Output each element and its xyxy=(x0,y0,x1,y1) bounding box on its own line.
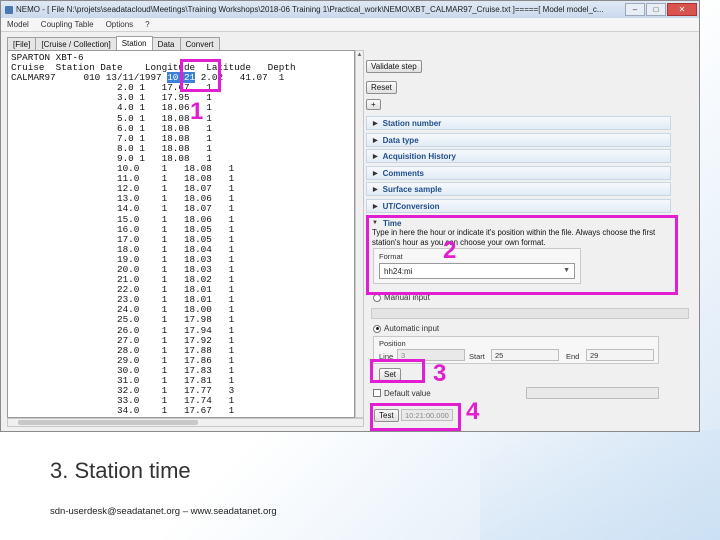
section-label: Data type xyxy=(382,135,419,145)
maximize-button[interactable]: □ xyxy=(646,3,666,16)
window-controls: – □ ✕ xyxy=(625,3,697,16)
section-label: Acquisition History xyxy=(382,151,456,161)
section-data-type[interactable]: ▶ Data type xyxy=(366,133,671,147)
file-line: 14.0 1 18.07 1 xyxy=(11,203,235,215)
section-label: Surface sample xyxy=(382,184,442,194)
menu-help[interactable]: ? xyxy=(145,20,149,29)
file-content-viewer[interactable]: SPARTON XBT-6 Cruise Station Date Longit… xyxy=(7,50,355,418)
validate-step-button[interactable]: Validate step xyxy=(366,60,422,73)
annotation-number-2: 2 xyxy=(443,237,457,264)
section-comments[interactable]: ▶ Comments xyxy=(366,166,671,180)
default-value-label: Default value xyxy=(384,389,431,398)
file-line: 34.0 1 17.67 1 xyxy=(11,405,235,417)
plus-button[interactable]: + xyxy=(366,99,381,110)
section-ut-conversion[interactable]: ▶ UT/Conversion xyxy=(366,199,671,213)
highlight-box-set xyxy=(370,359,425,383)
close-button[interactable]: ✕ xyxy=(667,3,697,16)
menu-bar: Model Coupling Table Options ? xyxy=(1,18,699,32)
tab-station[interactable]: Station xyxy=(115,36,153,51)
triangle-right-icon: ▶ xyxy=(373,153,378,160)
section-surface-sample[interactable]: ▶ Surface sample xyxy=(366,182,671,196)
highlight-box-time-selection xyxy=(180,59,221,92)
reset-button[interactable]: Reset xyxy=(366,81,397,94)
menu-options[interactable]: Options xyxy=(106,20,134,29)
start-label: Start xyxy=(469,352,485,361)
slide-footer: sdn-userdesk@seadatanet.org – www.seadat… xyxy=(50,506,277,517)
menu-model[interactable]: Model xyxy=(7,20,29,29)
section-label: UT/Conversion xyxy=(382,201,440,211)
annotation-number-1: 1 xyxy=(190,98,204,125)
slide-title: 3. Station time xyxy=(50,458,191,483)
section-acquisition-history[interactable]: ▶ Acquisition History xyxy=(366,149,671,163)
horizontal-scroll-thumb[interactable] xyxy=(18,420,198,425)
triangle-right-icon: ▶ xyxy=(373,137,378,144)
scroll-up-icon[interactable]: ▲ xyxy=(356,51,363,60)
triangle-right-icon: ▶ xyxy=(373,203,378,210)
position-label: Position xyxy=(379,339,406,348)
end-label: End xyxy=(566,352,580,361)
automatic-input-option[interactable]: Automatic input xyxy=(373,324,439,333)
annotation-number-3: 3 xyxy=(433,360,447,387)
start-input[interactable]: 25 xyxy=(491,349,559,361)
automatic-input-label: Automatic input xyxy=(384,324,440,333)
app-icon xyxy=(5,5,13,14)
vertical-scrollbar[interactable]: ▲ xyxy=(355,50,364,418)
highlight-box-format xyxy=(366,215,678,295)
highlight-box-test xyxy=(370,403,461,431)
horizontal-scrollbar[interactable] xyxy=(7,418,364,427)
section-label: Comments xyxy=(382,168,424,178)
window-title: NEMO - [ File N:\projets\seadatacloud\Me… xyxy=(16,5,604,14)
title-bar: NEMO - [ File N:\projets\seadatacloud\Me… xyxy=(1,1,699,18)
section-station-number[interactable]: ▶ Station number xyxy=(366,116,671,130)
automatic-input-radio[interactable] xyxy=(373,324,381,333)
triangle-right-icon: ▶ xyxy=(373,170,378,177)
minimize-button[interactable]: – xyxy=(625,3,645,16)
section-label: Station number xyxy=(382,118,442,128)
default-value-input[interactable] xyxy=(526,387,659,399)
menu-coupling-table[interactable]: Coupling Table xyxy=(41,20,94,29)
triangle-right-icon: ▶ xyxy=(373,120,378,127)
manual-input-field[interactable] xyxy=(371,308,689,319)
default-value-checkbox[interactable] xyxy=(373,389,381,397)
annotation-number-4: 4 xyxy=(466,398,480,425)
triangle-right-icon: ▶ xyxy=(373,186,378,193)
end-input[interactable]: 29 xyxy=(586,349,654,361)
